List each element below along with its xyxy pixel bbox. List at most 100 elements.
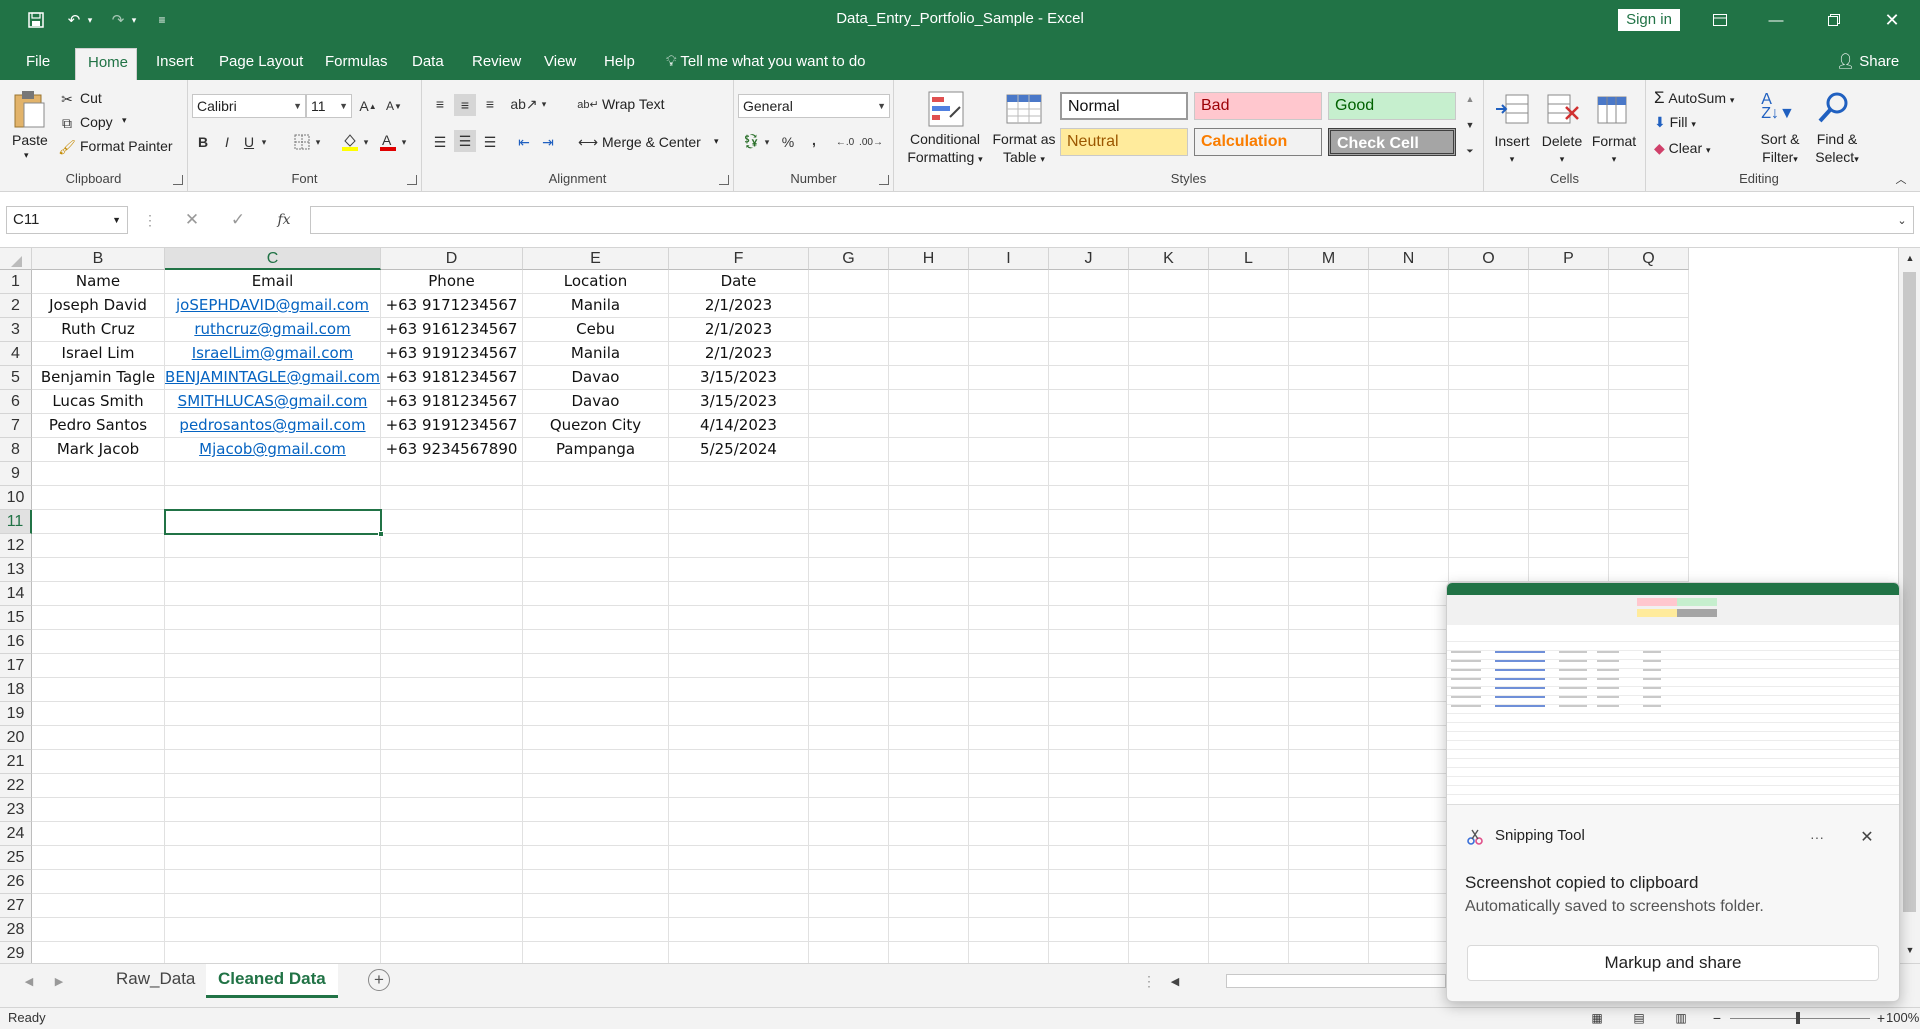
scroll-left-icon[interactable]: ◀ (1166, 972, 1184, 990)
row-header-3[interactable]: 3 (0, 318, 32, 342)
snipping-tool-notification[interactable]: Snipping Tool ··· ✕ Screenshot copied to… (1446, 582, 1900, 1002)
empty-cell[interactable] (889, 294, 969, 318)
paste-dropdown-icon[interactable]: ▾ (24, 150, 29, 161)
empty-cell[interactable] (1449, 510, 1529, 534)
row-header-15[interactable]: 15 (0, 606, 32, 630)
collapse-ribbon-icon[interactable]: ︿ (1894, 172, 1908, 186)
empty-cell[interactable] (669, 702, 809, 726)
empty-cell[interactable] (381, 894, 523, 918)
empty-cell[interactable] (165, 774, 381, 798)
empty-cell[interactable] (1209, 774, 1289, 798)
empty-cell[interactable] (669, 798, 809, 822)
font-size-combo[interactable]: 11 ▼ (306, 94, 352, 118)
empty-cell[interactable] (1289, 390, 1369, 414)
empty-cell[interactable] (1049, 270, 1129, 294)
empty-cell[interactable] (969, 798, 1049, 822)
empty-cell[interactable] (1609, 294, 1689, 318)
number-format-combo[interactable]: General ▼ (738, 94, 890, 118)
row-header-11[interactable]: 11 (0, 510, 32, 534)
empty-cell[interactable] (523, 870, 669, 894)
empty-cell[interactable] (381, 630, 523, 654)
empty-cell[interactable] (1369, 630, 1449, 654)
empty-cell[interactable] (1289, 270, 1369, 294)
conditional-formatting-icon[interactable] (924, 88, 968, 130)
data-cell[interactable]: 2/1/2023 (669, 342, 809, 366)
empty-cell[interactable] (165, 534, 381, 558)
empty-cell[interactable] (1449, 414, 1529, 438)
empty-cell[interactable] (1289, 342, 1369, 366)
cut-button[interactable]: Cut (80, 90, 102, 106)
empty-cell[interactable] (1529, 270, 1609, 294)
empty-cell[interactable] (1449, 270, 1529, 294)
orientation-icon[interactable]: ab↗ (510, 94, 537, 114)
row-header-24[interactable]: 24 (0, 822, 32, 846)
empty-cell[interactable] (523, 510, 669, 534)
row-header-19[interactable]: 19 (0, 702, 32, 726)
empty-cell[interactable] (1049, 462, 1129, 486)
empty-cell[interactable] (1369, 558, 1449, 582)
empty-cell[interactable] (1289, 942, 1369, 963)
empty-cell[interactable] (1369, 390, 1449, 414)
column-header-k[interactable]: K (1129, 248, 1209, 270)
empty-cell[interactable] (1129, 486, 1209, 510)
empty-cell[interactable] (889, 894, 969, 918)
row-header-8[interactable]: 8 (0, 438, 32, 462)
empty-cell[interactable] (1209, 414, 1289, 438)
empty-cell[interactable] (32, 798, 165, 822)
empty-cell[interactable] (1129, 870, 1209, 894)
empty-cell[interactable] (889, 438, 969, 462)
empty-cell[interactable] (523, 486, 669, 510)
empty-cell[interactable] (809, 534, 889, 558)
empty-cell[interactable] (1369, 846, 1449, 870)
data-cell[interactable]: +63 9171234567 (381, 294, 523, 318)
format-as-table-button[interactable]: Format as Table ▾ (988, 130, 1060, 168)
empty-cell[interactable] (1609, 438, 1689, 462)
align-left-icon[interactable]: ☰ (430, 132, 450, 152)
empty-cell[interactable] (1369, 750, 1449, 774)
format-painter-button[interactable]: Format Painter (80, 138, 173, 154)
empty-cell[interactable] (1209, 582, 1289, 606)
empty-cell[interactable] (809, 798, 889, 822)
empty-cell[interactable] (669, 486, 809, 510)
empty-cell[interactable] (1289, 414, 1369, 438)
copy-button[interactable]: Copy (80, 114, 113, 130)
empty-cell[interactable] (165, 678, 381, 702)
delete-cells-button[interactable]: Delete ▾ (1538, 132, 1586, 168)
data-cell[interactable]: Benjamin Tagle (32, 366, 165, 390)
empty-cell[interactable] (381, 510, 523, 534)
empty-cell[interactable] (1529, 294, 1609, 318)
empty-cell[interactable] (1369, 678, 1449, 702)
empty-cell[interactable] (1449, 486, 1529, 510)
empty-cell[interactable] (809, 726, 889, 750)
empty-cell[interactable] (1209, 510, 1289, 534)
empty-cell[interactable] (1529, 414, 1609, 438)
empty-cell[interactable] (669, 678, 809, 702)
empty-cell[interactable] (1529, 510, 1609, 534)
empty-cell[interactable] (523, 846, 669, 870)
currency-icon[interactable]: 💱︎ (740, 130, 762, 152)
empty-cell[interactable] (523, 654, 669, 678)
empty-cell[interactable] (1609, 414, 1689, 438)
row-header-26[interactable]: 26 (0, 870, 32, 894)
empty-cell[interactable] (1209, 606, 1289, 630)
empty-cell[interactable] (1049, 318, 1129, 342)
empty-cell[interactable] (809, 462, 889, 486)
markup-share-button[interactable]: Markup and share (1467, 945, 1879, 981)
empty-cell[interactable] (1369, 414, 1449, 438)
empty-cell[interactable] (1289, 630, 1369, 654)
zoom-level[interactable]: 100% (1886, 1008, 1919, 1028)
empty-cell[interactable] (969, 510, 1049, 534)
empty-cell[interactable] (1369, 606, 1449, 630)
style-check-cell[interactable]: Check Cell (1328, 128, 1456, 156)
empty-cell[interactable] (809, 630, 889, 654)
data-cell[interactable]: Pampanga (523, 438, 669, 462)
empty-cell[interactable] (889, 318, 969, 342)
row-header-13[interactable]: 13 (0, 558, 32, 582)
empty-cell[interactable] (32, 894, 165, 918)
empty-cell[interactable] (1209, 390, 1289, 414)
empty-cell[interactable] (1289, 366, 1369, 390)
empty-cell[interactable] (669, 606, 809, 630)
empty-cell[interactable] (889, 510, 969, 534)
empty-cell[interactable] (889, 750, 969, 774)
empty-cell[interactable] (1049, 726, 1129, 750)
